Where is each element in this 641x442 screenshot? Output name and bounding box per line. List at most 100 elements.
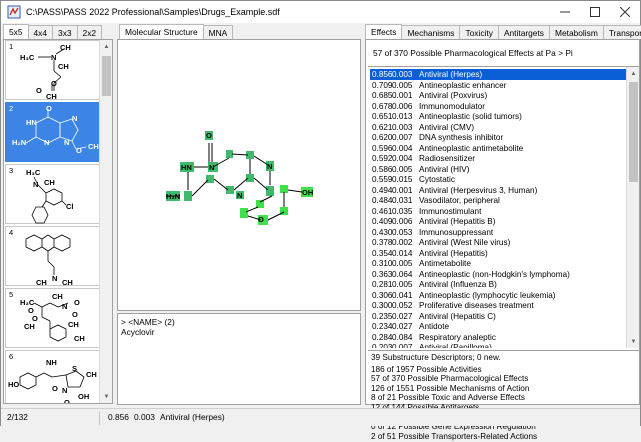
effect-pa: 0.235 (372, 311, 393, 321)
tab-molecular-structure[interactable]: Molecular Structure (119, 24, 204, 39)
effect-name: Antiviral (Poxvirus) (419, 91, 488, 100)
thumbnails-scrollbar[interactable]: ▲ ▼ (99, 40, 112, 403)
effect-name: Vasodilator, peripheral (419, 196, 500, 205)
scroll-up-arrow-icon[interactable]: ▲ (100, 40, 112, 53)
effect-row[interactable]: 0.3000.052 Proliferative diseases treatme… (370, 300, 626, 311)
tab-mna[interactable]: MNA (202, 25, 234, 39)
effect-row[interactable]: 0.4090.006 Antiviral (Hepatitis B) (370, 216, 626, 227)
effect-row[interactable]: 0.3100.005 Antimetabolite (370, 258, 626, 269)
atom-label: HN (181, 163, 192, 172)
effect-row[interactable]: 0.2030.007 Antiviral (Papilloma) (370, 342, 626, 348)
effect-row[interactable]: 0.6850.001 Antiviral (Poxvirus) (370, 90, 626, 101)
effect-row[interactable]: 0.4840.031 Vasodilator, peripheral (370, 195, 626, 206)
maximize-button[interactable] (580, 1, 610, 23)
effect-row[interactable]: 0.2810.005 Antiviral (Influenza B) (370, 279, 626, 290)
effect-pa: 0.306 (372, 290, 393, 300)
effect-pa: 0.484 (372, 196, 393, 205)
effect-row[interactable]: 0.6200.007 DNA synthesis inhibitor (370, 132, 626, 143)
scroll-up-arrow-icon[interactable]: ▲ (627, 67, 639, 80)
status-divider (99, 411, 100, 425)
thumbnail-structure: NH HO S CH O OH N O (8, 358, 97, 403)
effect-row[interactable]: 0.3630.064 Antineoplastic (non-Hodgkin's … (370, 269, 626, 280)
effect-row[interactable]: 0.2840.084 Respiratory analeptic (370, 332, 626, 343)
compound-info-panel: > <NAME> (2) Acyclovir (117, 313, 361, 405)
thumb-atom: O (76, 146, 82, 155)
scroll-down-arrow-icon[interactable]: ▼ (100, 390, 112, 403)
thumbnail-5[interactable]: 5 H₃C CH O N O O O CH CH CH (5, 288, 101, 348)
effect-row[interactable]: 0.3540.014 Antiviral (Hepatitis) (370, 248, 626, 259)
effect-name: Antineoplastic (lymphocytic leukemia) (419, 290, 556, 300)
effect-pa: 0.856 (372, 70, 393, 79)
effects-list[interactable]: ▲ ▼ 0.8560.003 Antiviral (Herpes) 0.7090.0… (368, 66, 639, 348)
thumbnail-4[interactable]: 4 N CH CH (5, 226, 101, 287)
thumbnail-structure: H₃C N CH Cl (26, 168, 74, 224)
close-button[interactable] (610, 1, 640, 23)
thumbnail-1[interactable]: 1 CH H₃C N CH O O CH (5, 40, 101, 101)
effect-pi: 0.027 (392, 311, 413, 321)
effect-pa: 0.284 (372, 332, 393, 342)
effect-pi: 0.005 (392, 259, 413, 268)
effect-pa: 0.409 (372, 217, 393, 226)
atom-label: N (209, 163, 214, 172)
tab-2x2[interactable]: 2x2 (76, 25, 103, 39)
effect-row[interactable]: 0.5590.015 Cytostatic (370, 174, 626, 185)
thumbnail-3[interactable]: 3 H₃C N CH Cl (5, 164, 101, 224)
effect-row[interactable]: 0.4610.035 Immunostimulant (370, 206, 626, 217)
effect-name: Antiviral (Influenza B) (419, 280, 497, 289)
effect-row[interactable]: 0.6210.003 Antiviral (CMV) (370, 122, 626, 133)
activity-tabs: Effects Mechanisms Toxicity Antitargets … (365, 24, 641, 39)
effect-row[interactable]: 0.4940.001 Antiviral (Herpesvirus 3, Huma… (370, 185, 626, 196)
scrollbar-thumb[interactable] (102, 56, 111, 96)
effect-name: Antineoplastic (solid tumors) (419, 112, 522, 121)
effect-row[interactable]: 0.7090.005 Antineoplastic enhancer (370, 80, 626, 91)
effect-row[interactable]: 0.6780.006 Immunomodulator (370, 101, 626, 112)
effect-row[interactable]: 0.6510.013 Antineoplastic (solid tumors) (370, 111, 626, 122)
atom-label: H₂N (166, 192, 180, 201)
effect-pa: 0.709 (372, 80, 393, 90)
effect-row[interactable]: 0.5960.004 Antineoplastic antimetabolite (370, 143, 626, 154)
thumbnail-index: 1 (9, 42, 14, 51)
effect-pi: 0.003 (392, 122, 413, 132)
effect-pi: 0.035 (392, 206, 413, 216)
tab-mechanisms[interactable]: Mechanisms (401, 25, 461, 39)
effect-name: Proliferative diseases treatment (419, 301, 534, 310)
effect-pi: 0.015 (392, 175, 413, 184)
thumbnail-2[interactable]: 2 O HN N H₂N N N O CH (5, 102, 101, 162)
tab-3x3[interactable]: 3x3 (52, 25, 78, 39)
tab-5x5[interactable]: 5x5 (3, 24, 29, 39)
effect-name: Antiviral (HIV) (419, 164, 470, 174)
effects-scrollbar[interactable]: ▲ ▼ (626, 67, 639, 348)
effect-name: Radiosensitizer (419, 154, 475, 163)
scroll-down-arrow-icon[interactable]: ▼ (627, 335, 639, 348)
tab-4x4[interactable]: 4x4 (27, 25, 54, 39)
effect-row[interactable]: 0.8560.003 Antiviral (Herpes) (370, 69, 626, 80)
tab-effects[interactable]: Effects (365, 24, 403, 39)
tab-toxicity[interactable]: Toxicity (459, 25, 499, 39)
thumb-atom: NH (46, 358, 57, 367)
effect-row[interactable]: 0.2350.027 Antiviral (Hepatitis C) (370, 311, 626, 322)
molecular-structure-view: O HN N H₂N N N O OH (117, 39, 361, 311)
tab-antitargets[interactable]: Antitargets (497, 25, 550, 39)
effect-row[interactable]: 0.5860.005 Antiviral (HIV) (370, 164, 626, 175)
thumb-atom: OH (78, 392, 89, 401)
tab-metabolism[interactable]: Metabolism (548, 25, 604, 39)
thumb-atom: N (64, 138, 69, 147)
effect-pi: 0.031 (392, 196, 413, 205)
thumb-atom: S (72, 364, 77, 373)
effect-row[interactable]: 0.2340.027 Antidote (370, 321, 626, 332)
effect-row[interactable]: 0.5920.004 Radiosensitizer (370, 153, 626, 164)
effect-row[interactable]: 0.3060.041 Antineoplastic (lymphocytic le… (370, 290, 626, 301)
effect-pi: 0.041 (392, 290, 413, 300)
view-tabs: Molecular Structure MNA (119, 24, 234, 39)
thumb-atom: N (62, 386, 67, 395)
effect-row[interactable]: 0.3780.002 Antiviral (West Nile virus) (370, 237, 626, 248)
minimize-button[interactable] (550, 1, 580, 23)
effect-pi: 0.005 (392, 280, 413, 289)
effect-row[interactable]: 0.4300.053 Immunosuppressant (370, 227, 626, 238)
effect-pa: 0.354 (372, 248, 393, 258)
atom-label: O (258, 215, 264, 224)
thumbnail-6[interactable]: 6 NH HO S CH O OH N O (5, 350, 101, 403)
effects-panel: 57 of 370 Possible Pharmacological Effec… (365, 39, 640, 441)
scrollbar-thumb[interactable] (629, 82, 638, 182)
tab-transporters[interactable]: Transporters (602, 25, 641, 39)
